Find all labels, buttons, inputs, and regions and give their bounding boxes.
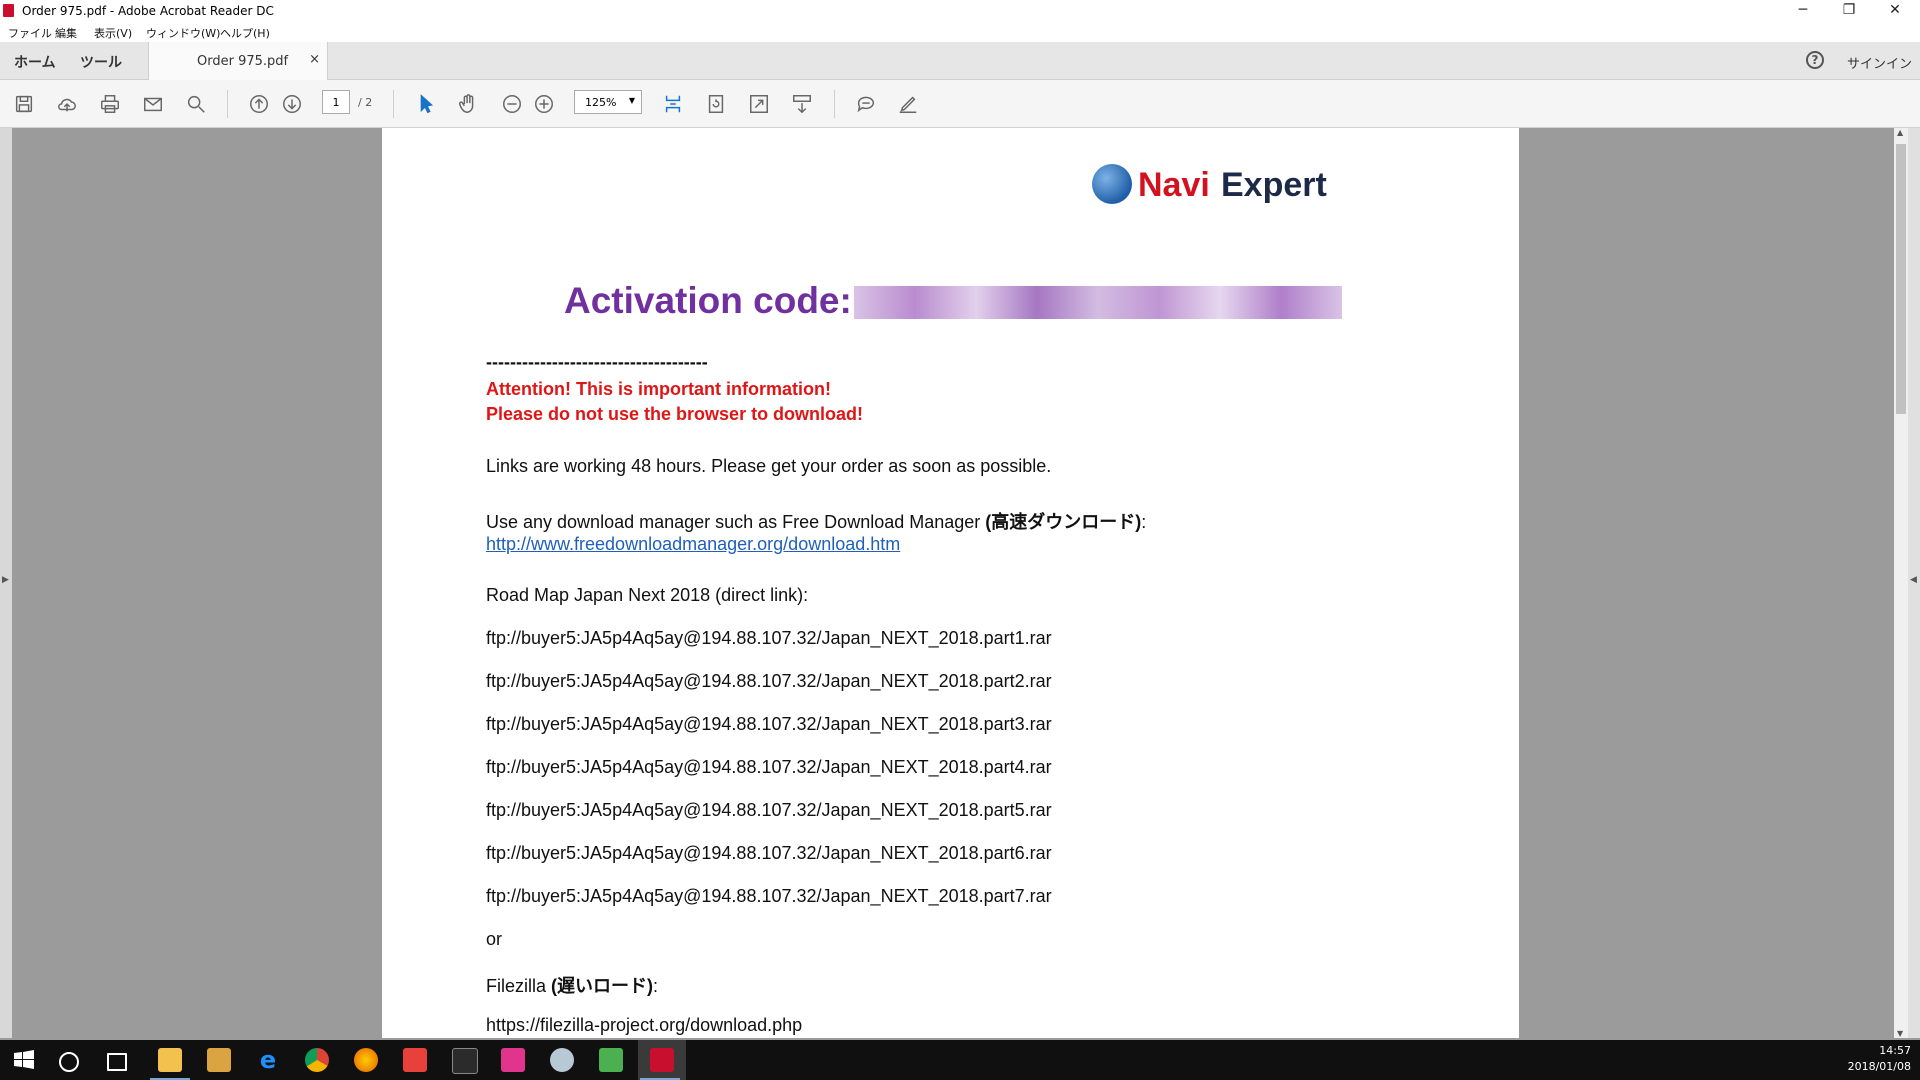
hand-tool-icon[interactable] [456, 92, 480, 116]
logo-navi: Navi [1138, 166, 1210, 204]
scroll-up-icon[interactable]: ▲ [1897, 128, 1903, 137]
email-icon[interactable] [141, 92, 165, 116]
or-text: or [486, 929, 503, 949]
menu-bar: ファイル 編集 表示(V) ウィンドウ(W) ヘルプ(H) [0, 22, 1920, 42]
chevron-down-icon: ▼ [628, 96, 635, 105]
zoom-out-icon[interactable] [500, 92, 524, 116]
app-red-icon[interactable] [403, 1048, 427, 1072]
ftp-part-7: ftp://buyer5:JA5p4Aq5ay@194.88.107.32/Ja… [486, 886, 1052, 906]
window-title: Order 975.pdf - Adobe Acrobat Reader DC [22, 4, 274, 18]
menu-file[interactable]: ファイル [8, 25, 52, 41]
clock-time: 14:57 [1879, 1044, 1911, 1057]
cloud-upload-icon[interactable] [55, 92, 79, 116]
sign-pen-icon[interactable] [896, 92, 920, 116]
acrobat-icon [3, 4, 14, 17]
ftp-part-5: ftp://buyer5:JA5p4Aq5ay@194.88.107.32/Ja… [486, 800, 1052, 820]
rotate-view-icon[interactable] [704, 92, 728, 116]
scroll-mode-icon[interactable] [790, 92, 814, 116]
select-cursor-icon[interactable] [414, 92, 438, 116]
filezilla-text: Filezilla (遅いロード): [486, 976, 659, 996]
firefox-icon[interactable] [354, 1048, 378, 1072]
help-icon[interactable]: ? [1806, 51, 1824, 69]
menu-edit[interactable]: 編集 [55, 25, 77, 41]
attention-text: Attention! This is important information… [486, 379, 831, 399]
scroll-down-icon[interactable]: ▼ [1897, 1029, 1903, 1038]
tab-tools[interactable]: ツール [80, 52, 122, 72]
left-panel-toggle[interactable]: ▶ [0, 128, 12, 1038]
expand-left-icon: ▶ [2, 575, 9, 585]
task-view-icon[interactable] [107, 1053, 127, 1071]
next-page-icon[interactable] [280, 92, 304, 116]
maximize-button[interactable]: ❐ [1826, 0, 1872, 22]
pdf-page: Navi Expert Activation code: -----------… [382, 128, 1519, 1038]
vertical-scrollbar[interactable]: ▲ ▼ [1894, 128, 1908, 1038]
close-tab-icon[interactable]: × [309, 52, 320, 67]
expand-right-icon: ◀ [1910, 575, 1917, 585]
menu-help[interactable]: ヘルプ(H) [220, 25, 270, 41]
taskbar: e [0, 1040, 1920, 1080]
chrome-icon[interactable] [305, 1048, 329, 1072]
menu-window[interactable]: ウィンドウ(W) [146, 25, 220, 41]
menu-view[interactable]: 表示(V) [94, 25, 132, 41]
ftp-part-6: ftp://buyer5:JA5p4Aq5ay@194.88.107.32/Ja… [486, 843, 1052, 863]
document-tab-label: Order 975.pdf [197, 54, 289, 69]
title-bar: Order 975.pdf - Adobe Acrobat Reader DC … [0, 0, 1920, 22]
fdm-link[interactable]: http://www.freedownloadmanager.org/downl… [486, 534, 900, 555]
links-working-text: Links are working 48 hours. Please get y… [486, 456, 1052, 476]
acrobat-taskbar-icon [650, 1048, 674, 1072]
app-green-icon[interactable] [599, 1048, 623, 1072]
redacted-activation-code [854, 286, 1342, 319]
ftp-part-3: ftp://buyer5:JA5p4Aq5ay@194.88.107.32/Ja… [486, 714, 1052, 734]
app-gear-icon[interactable] [550, 1048, 574, 1072]
tab-bar: ホーム ツール Order 975.pdf × [0, 42, 1920, 80]
no-browser-text: Please do not use the browser to downloa… [486, 404, 864, 424]
page-total: / 2 [358, 96, 373, 109]
activation-code-label: Activation code: [564, 280, 852, 321]
toolbar [0, 80, 1920, 128]
scrollbar-thumb[interactable] [1896, 144, 1906, 414]
tab-home[interactable]: ホーム [14, 52, 56, 72]
app-window-icon[interactable] [452, 1048, 478, 1074]
app-pink-icon[interactable] [501, 1048, 525, 1072]
windows-start-icon[interactable] [12, 1048, 36, 1072]
logo-expert: Expert [1221, 166, 1327, 204]
ftp-part-1: ftp://buyer5:JA5p4Aq5ay@194.88.107.32/Ja… [486, 628, 1052, 648]
save-icon[interactable] [12, 92, 36, 116]
close-button[interactable]: ✕ [1872, 0, 1918, 22]
media-app-icon[interactable] [207, 1048, 231, 1072]
zoom-in-icon[interactable] [532, 92, 556, 116]
print-icon[interactable] [98, 92, 122, 116]
file-explorer-icon[interactable] [158, 1048, 182, 1072]
filezilla-link: https://filezilla-project.org/download.p… [486, 1015, 803, 1035]
tab-document[interactable]: Order 975.pdf × [148, 42, 328, 80]
separator-dashes: ------------------------------------- [486, 352, 708, 372]
globe-icon [1092, 164, 1132, 204]
direct-link-title: Road Map Japan Next 2018 (direct link): [486, 585, 809, 605]
search-icon[interactable] [184, 92, 208, 116]
acrobat-taskbar-button[interactable] [638, 1040, 686, 1080]
signin-link[interactable]: サインイン [1847, 53, 1912, 72]
minimize-button[interactable]: ─ [1780, 0, 1826, 22]
download-manager-text: Use any download manager such as Free Do… [486, 512, 1147, 532]
previous-page-icon[interactable] [247, 92, 271, 116]
fit-page-icon[interactable] [661, 92, 685, 116]
ftp-part-4: ftp://buyer5:JA5p4Aq5ay@194.88.107.32/Ja… [486, 757, 1052, 777]
full-screen-icon[interactable] [747, 92, 771, 116]
system-clock[interactable]: 14:57 2018/01/08 [1845, 1043, 1911, 1075]
edge-icon[interactable]: e [256, 1048, 280, 1072]
comment-icon[interactable] [854, 92, 878, 116]
zoom-value: 125% [585, 96, 617, 109]
zoom-select[interactable]: 125% ▼ [574, 90, 642, 114]
page-number-input[interactable]: 1 [322, 90, 350, 114]
ftp-part-2: ftp://buyer5:JA5p4Aq5ay@194.88.107.32/Ja… [486, 671, 1052, 691]
clock-date: 2018/01/08 [1847, 1060, 1911, 1073]
search-circle-icon[interactable] [59, 1052, 79, 1072]
